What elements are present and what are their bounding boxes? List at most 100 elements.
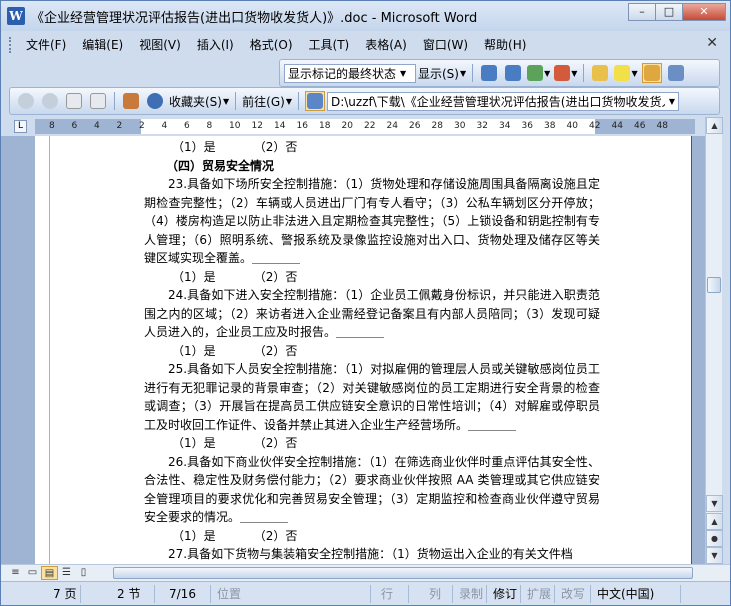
address-value: D:\uzzf\下载\《企业经营管理状况评估报告(进出口货物收发货人 (330, 94, 665, 109)
previous-change-button[interactable] (479, 63, 499, 83)
question-paragraph: 27.具备如下货物与集装箱安全控制措施：（1）货物运出入企业的有关文件档 (168, 547, 573, 561)
menu-insert[interactable]: 插入(I) (189, 36, 242, 53)
answer-options: （1）是 （2）否 (172, 269, 298, 284)
highlight-button[interactable]: ▼ (614, 63, 638, 83)
web-layout-view-icon[interactable]: ▭ (24, 566, 41, 580)
show-only-web-toolbar-button[interactable] (304, 91, 325, 111)
minimize-button[interactable]: – (628, 3, 656, 21)
status-record[interactable]: 录制 (453, 584, 487, 603)
home-button[interactable] (121, 91, 141, 111)
vertical-scrollbar[interactable]: ▲ ▼ ▲ ● ▼ (705, 117, 723, 564)
accept-change-icon (527, 65, 544, 81)
ruler-number: 36 (521, 121, 533, 131)
document-content[interactable]: （1）是 （2）否 （四）贸易安全情况 23.具备如下场所安全控制措施：（1）货物处… (144, 138, 600, 564)
back-button[interactable] (16, 91, 36, 111)
maximize-button[interactable]: □ (655, 3, 683, 21)
separator (472, 64, 474, 82)
ruler-number: 30 (454, 121, 466, 131)
home-icon (123, 93, 139, 109)
reject-change-button[interactable]: ▼ (554, 63, 577, 83)
previous-page-button[interactable]: ▲ (706, 513, 723, 530)
horizontal-ruler[interactable]: 8 6 4 2 2 4 6 8 10 12 14 16 18 20 22 24 26 28 30 32 34 36 38 40… (35, 119, 695, 134)
scroll-up-button[interactable]: ▲ (706, 117, 723, 134)
refresh-button[interactable] (88, 91, 108, 111)
vertical-scroll-thumb[interactable] (707, 277, 721, 293)
normal-view-icon[interactable]: ≡ (7, 566, 24, 580)
favorites-label: 收藏夹(S) (169, 94, 222, 109)
next-change-icon (505, 65, 522, 81)
ruler-number: 8 (49, 121, 55, 131)
menu-window[interactable]: 窗口(W) (415, 36, 476, 53)
section-heading: （四）贸易安全情况 (166, 158, 275, 173)
ruler-number: 2 (116, 121, 123, 131)
status-overtype[interactable]: 改写 (555, 584, 591, 603)
stop-button[interactable] (64, 91, 84, 111)
scroll-down-button[interactable]: ▼ (706, 495, 723, 512)
menu-file[interactable]: 文件(F) (18, 36, 74, 53)
status-extend[interactable]: 扩展 (521, 584, 555, 603)
goto-label: 前往(G) (242, 94, 285, 109)
web-toolbar: 收藏夹(S) ▼ 前往(G) ▼ D:\uzzf\下载\《企业经营管理状况评估报告(… (9, 87, 720, 115)
search-web-button[interactable] (145, 91, 165, 111)
menu-edit[interactable]: 编辑(E) (74, 36, 131, 53)
ruler-number: 48 (656, 121, 668, 131)
menu-view[interactable]: 视图(V) (131, 36, 189, 53)
vertical-ruler[interactable] (35, 136, 50, 564)
show-markup-label: 显示(S) (418, 66, 459, 81)
close-button[interactable]: ✕ (682, 3, 726, 21)
ruler-number: 2 (139, 121, 145, 131)
toolbar-grip[interactable] (9, 36, 12, 53)
word-app-icon[interactable]: W (7, 7, 25, 25)
menu-help[interactable]: 帮助(H) (476, 36, 534, 53)
address-field[interactable]: D:\uzzf\下载\《企业经营管理状况评估报告(进出口货物收发货人 ▼ (326, 91, 679, 111)
horizontal-scroll-thumb[interactable] (113, 567, 693, 579)
ruler-number: 34 (499, 121, 511, 131)
show-markup-button[interactable]: 显示(S) ▼ (418, 63, 466, 83)
separator (235, 92, 237, 110)
window-controls: – □ ✕ (628, 3, 726, 21)
reject-change-icon (554, 65, 571, 81)
status-column: 列 (409, 584, 453, 603)
status-language[interactable]: 中文(中国) (591, 584, 681, 603)
menu-format[interactable]: 格式(O) (242, 36, 301, 53)
answer-options: （1）是 （2）否 (172, 140, 298, 154)
next-page-button[interactable]: ▼ (706, 547, 723, 564)
select-browse-object-button[interactable]: ● (706, 530, 723, 547)
horizontal-scrollbar[interactable]: ≡ ▭ ▤ ☰ ▯ (1, 564, 730, 581)
track-changes-button[interactable] (641, 63, 662, 83)
ruler-number: 18 (319, 121, 331, 131)
view-buttons: ≡ ▭ ▤ ☰ ▯ (7, 566, 92, 580)
document-close-icon[interactable]: ✕ (706, 35, 718, 51)
chevron-down-icon: ▼ (285, 96, 292, 106)
reviewing-pane-button[interactable] (666, 63, 686, 83)
menu-table[interactable]: 表格(A) (357, 36, 415, 53)
accept-change-button[interactable]: ▼ (527, 63, 550, 83)
separator (297, 92, 299, 110)
ruler-number: 10 (229, 121, 241, 131)
tab-stop-selector[interactable]: L (14, 120, 27, 133)
stop-icon (66, 93, 82, 109)
separator (114, 92, 115, 110)
status-track-changes[interactable]: 修订 (487, 584, 521, 603)
reading-layout-view-icon[interactable]: ▯ (75, 566, 92, 580)
answer-options: （1）是 （2）否 (172, 343, 298, 358)
print-layout-view-icon[interactable]: ▤ (41, 566, 58, 580)
display-mode-dropdown[interactable]: 显示标记的最终状态 ▼ (284, 63, 416, 83)
document-page[interactable]: （1）是 （2）否 （四）贸易安全情况 23.具备如下场所安全控制措施：（1）货物处… (50, 136, 691, 564)
outline-view-icon[interactable]: ☰ (58, 566, 75, 580)
favorites-button[interactable]: 收藏夹(S) ▼ (169, 91, 229, 111)
answer-options: （1）是 （2）否 (172, 528, 298, 543)
status-section: 2 节 (81, 584, 155, 603)
question-paragraph: 23.具备如下场所安全控制措施：（1）货物处理和存储设施周围具备隔离设施且定期检… (144, 177, 600, 265)
forward-button[interactable] (40, 91, 60, 111)
folder-icon (592, 65, 609, 81)
highlight-icon (614, 65, 631, 81)
next-change-button[interactable] (503, 63, 523, 83)
ruler-number: 16 (296, 121, 308, 131)
window-title: 《企业经营管理状况评估报告(进出口货物收发货人)》.doc - Microsof… (31, 10, 478, 26)
reviewing-toolbar: 显示标记的最终状态 ▼ 显示(S) ▼ ▼ ▼ ▼ (279, 59, 720, 87)
goto-button[interactable]: 前往(G) ▼ (242, 91, 292, 111)
menu-tools[interactable]: 工具(T) (301, 36, 358, 53)
new-comment-button[interactable] (590, 63, 610, 83)
chevron-down-icon: ▼ (222, 96, 230, 106)
